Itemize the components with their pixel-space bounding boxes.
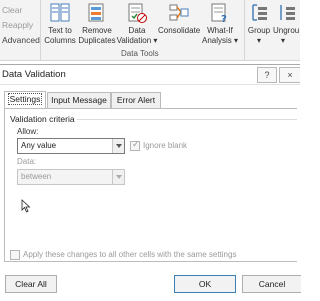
text-to-columns-icon xyxy=(50,3,70,22)
advanced-button[interactable]: Advanced xyxy=(2,35,40,45)
tab-input-message[interactable]: Input Message xyxy=(47,92,111,108)
apply-to-all-label: Apply these changes to all other cells w… xyxy=(23,250,237,259)
data-select[interactable]: between xyxy=(17,169,125,185)
dialog-titlebar[interactable]: Data Validation ? × xyxy=(0,65,300,85)
settings-panel: Validation criteria Allow: Any value ✓ I… xyxy=(4,108,297,262)
ungroup-label: Ungrou xyxy=(273,26,300,35)
group-button[interactable]: Group ▾ xyxy=(246,2,272,45)
ungroup-icon xyxy=(280,5,295,20)
cancel-button[interactable]: Cancel xyxy=(242,275,301,293)
help-button[interactable]: ? xyxy=(257,67,277,83)
text-to-columns-label-2: Columns xyxy=(44,35,76,45)
close-button[interactable]: × xyxy=(279,67,300,83)
consolidate-button[interactable]: Consolidate xyxy=(158,2,200,36)
chevron-down-icon[interactable] xyxy=(112,139,124,153)
remove-duplicates-icon xyxy=(88,3,104,22)
remove-duplicates-label-1: Remove xyxy=(82,26,112,35)
text-to-columns-button[interactable]: Text to Columns xyxy=(42,2,78,45)
dialog-title: Data Validation xyxy=(2,69,66,80)
tab-settings[interactable]: Settings xyxy=(4,91,46,108)
group-icon xyxy=(252,4,267,21)
what-if-analysis-icon: ? xyxy=(211,3,227,24)
what-if-analysis-label-2: Analysis ▾ xyxy=(201,35,239,45)
consolidate-label: Consolidate xyxy=(158,26,201,35)
group-label: Group xyxy=(247,26,271,35)
section-divider xyxy=(77,119,297,120)
consolidate-icon xyxy=(169,4,189,21)
clear-button[interactable]: Clear xyxy=(2,5,22,15)
remove-duplicates-button[interactable]: Remove Duplicates xyxy=(78,2,116,45)
remove-duplicates-label-2: Duplicates xyxy=(78,35,116,45)
reapply-button[interactable]: Reapply xyxy=(2,20,33,30)
ribbon: Clear Reapply Advanced Text to Columns R… xyxy=(0,0,300,61)
ribbon-divider xyxy=(40,0,41,60)
ok-button[interactable]: OK xyxy=(174,275,236,293)
what-if-analysis-button[interactable]: ? What-If Analysis ▾ xyxy=(201,2,239,45)
mouse-cursor-icon xyxy=(21,199,31,213)
ungroup-dropdown-label: ▾ xyxy=(281,35,286,45)
text-to-columns-label-1: Text to xyxy=(48,26,72,35)
data-validation-button[interactable]: Data Validation ▾ xyxy=(116,2,158,45)
sort-filter-group: Clear Reapply Advanced xyxy=(0,0,40,60)
data-validation-label-2: Validation ▾ xyxy=(116,35,158,45)
data-validation-icon xyxy=(128,3,147,23)
what-if-analysis-label-1: What-If xyxy=(207,26,233,35)
allow-label: Allow: xyxy=(17,127,39,136)
data-validation-label-1: Data xyxy=(128,26,146,35)
validation-criteria-label: Validation criteria xyxy=(10,114,75,124)
chevron-down-icon[interactable] xyxy=(112,170,124,184)
ignore-blank-checkbox[interactable]: ✓ xyxy=(130,139,140,151)
data-validation-dialog: Data Validation ? × Settings Input Messa… xyxy=(0,64,301,301)
apply-to-all-checkbox[interactable] xyxy=(10,250,20,260)
tab-error-alert[interactable]: Error Alert xyxy=(111,92,161,108)
ungroup-button[interactable]: Ungrou ▾ xyxy=(273,2,300,45)
clear-all-button[interactable]: Clear All xyxy=(5,275,57,293)
data-tools-group-label: Data Tools xyxy=(121,49,159,58)
ignore-blank-label: Ignore blank xyxy=(143,141,188,150)
allow-select[interactable]: Any value xyxy=(17,138,125,154)
tab-settings-label: Settings xyxy=(7,93,43,105)
allow-select-value: Any value xyxy=(21,141,57,150)
group-dropdown-label: ▾ xyxy=(256,35,261,45)
data-label: Data: xyxy=(17,157,37,166)
checkmark-icon: ✓ xyxy=(132,139,140,149)
data-select-value: between xyxy=(21,172,52,181)
svg-text:?: ? xyxy=(221,14,227,24)
ribbon-divider xyxy=(244,0,245,60)
